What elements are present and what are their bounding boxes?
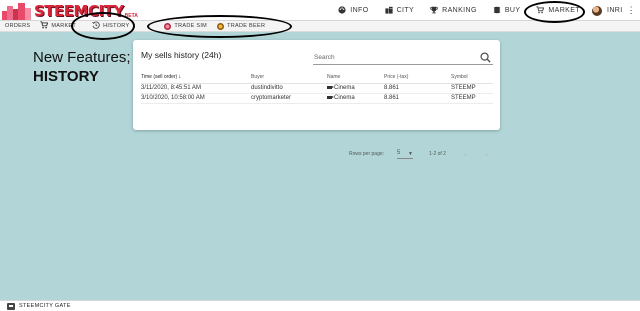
main-nav: INFO CITY RANKING BUY MARKET INRI ⋮ (330, 0, 640, 21)
nav-market-label: MARKET (548, 7, 580, 14)
tab-market[interactable]: MARKET (35, 21, 81, 32)
nav-city-label: CITY (396, 7, 415, 14)
brand-name: STEEMCITY (34, 1, 124, 20)
table-header-row: Time (sell order)↓ Buyer Name Price (-ta… (141, 72, 493, 84)
nav-ranking[interactable]: RANKING (422, 0, 485, 21)
sort-desc-icon: ↓ (178, 74, 182, 81)
card-title: My sells history (24h) (141, 50, 222, 60)
cell-name: Cinema (327, 83, 384, 94)
nav-ranking-label: RANKING (442, 7, 477, 14)
rows-per-page-label: Rows per page: (349, 151, 385, 157)
sim-coin-icon (164, 22, 172, 30)
nav-info-label: INFO (350, 7, 369, 14)
tab-history-label: HISTORY (103, 23, 130, 29)
tab-orders-label: ORDERS (5, 23, 31, 29)
history-icon (92, 21, 100, 31)
tab-orders[interactable]: ORDERS (0, 21, 35, 32)
gate-icon (7, 302, 15, 310)
nav-city[interactable]: CITY (377, 0, 423, 21)
avatar (591, 5, 602, 16)
footer-bar: STEEMCITY GATE (0, 300, 640, 311)
prev-page-icon[interactable]: ‹ (464, 149, 467, 159)
cell-symbol: STEEMP (451, 93, 493, 104)
cell-price: 8.861 (384, 83, 451, 94)
sells-history-card: My sells history (24h) Search Time (sell… (133, 40, 500, 159)
cell-buyer: cryptomarketer (251, 93, 327, 104)
tab-history[interactable]: HISTORY (87, 21, 134, 32)
username: INRI (606, 7, 623, 14)
cart-icon (40, 21, 49, 31)
palette-icon (338, 5, 346, 16)
coins-icon (493, 6, 501, 16)
camera-icon (327, 85, 334, 89)
headline-line2: HISTORY (33, 68, 99, 85)
more-vert-icon[interactable]: ⋮ (627, 5, 636, 16)
footer-label[interactable]: STEEMCITY GATE (19, 303, 71, 309)
nav-market[interactable]: MARKET (528, 0, 588, 21)
city-skyline-icon (2, 2, 32, 20)
search-placeholder: Search (314, 54, 335, 61)
tab-trade-beer-label: TRADE BEER (227, 23, 266, 29)
next-page-icon[interactable]: › (485, 149, 488, 159)
top-navbar: STEEMCITY BETA INFO CITY RANKING BUY MAR… (0, 0, 640, 21)
city-icon (384, 6, 393, 16)
tab-market-label: MARKET (51, 23, 77, 29)
feature-headline: New Features; HISTORY (33, 48, 131, 86)
cell-price: 8.861 (384, 93, 451, 104)
tab-trade-beer[interactable]: TRADE BEER (212, 21, 270, 32)
user-menu[interactable]: INRI ⋮ (588, 0, 640, 21)
headline-line1: New Features; (33, 49, 131, 66)
steemcity-logo[interactable]: STEEMCITY BETA (2, 1, 138, 20)
camera-icon (327, 95, 334, 99)
search-icon[interactable] (480, 50, 491, 63)
trophy-icon (430, 6, 438, 16)
rows-per-page-select[interactable]: 5 ▼ (397, 150, 413, 159)
col-price-header[interactable]: Price (-tax) (384, 72, 451, 84)
col-symbol-header[interactable]: Symbol (451, 72, 493, 84)
pagination-range: 1-2 of 2 (429, 151, 446, 157)
cell-symbol: STEEMP (451, 83, 493, 94)
col-buyer-header[interactable]: Buyer (251, 72, 327, 84)
search-input[interactable]: Search (313, 51, 493, 65)
cart-icon (536, 5, 545, 16)
beta-badge: BETA (124, 12, 138, 19)
tab-trade-sim-label: TRADE SIM (174, 23, 208, 29)
nav-buy-label: BUY (504, 7, 521, 14)
cell-time: 3/10/2020, 10:58:00 AM (141, 93, 251, 104)
cell-time: 3/11/2020, 8:45:51 AM (141, 83, 251, 94)
cell-buyer: dustindivitto (251, 83, 327, 94)
col-name-header[interactable]: Name (327, 72, 384, 84)
table-row: 3/10/2020, 10:58:00 AM cryptomarketer Ci… (141, 93, 493, 104)
nav-buy[interactable]: BUY (485, 0, 529, 21)
market-subnav: ORDERS MARKET HISTORY TRADE SIM TRADE BE… (0, 21, 640, 32)
caret-down-icon: ▼ (408, 151, 413, 157)
nav-info[interactable]: INFO (330, 0, 376, 21)
cell-name: Cinema (327, 93, 384, 104)
history-table: Time (sell order)↓ Buyer Name Price (-ta… (141, 72, 493, 104)
beer-coin-icon (217, 22, 225, 30)
table-row: 3/11/2020, 8:45:51 AM dustindivitto Cine… (141, 83, 493, 94)
tab-trade-sim[interactable]: TRADE SIM (159, 21, 212, 32)
col-time-header[interactable]: Time (sell order)↓ (141, 72, 251, 84)
